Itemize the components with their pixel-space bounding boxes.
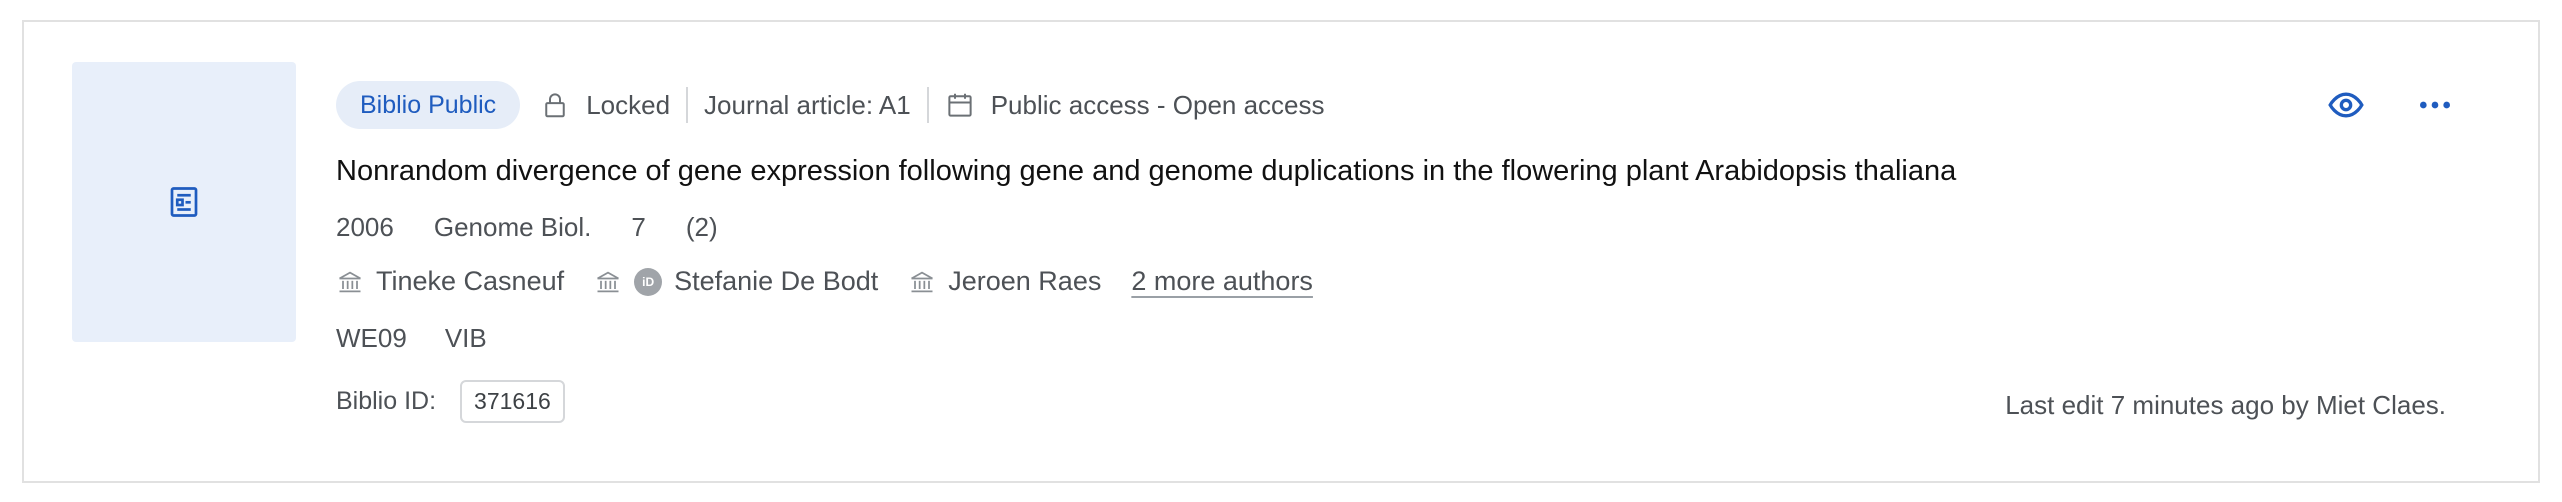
publication-thumbnail [72, 62, 296, 342]
status-badge: Biblio Public [336, 81, 521, 129]
lock-status: Locked [540, 90, 670, 121]
author-item[interactable]: Tineke Casneuf [336, 266, 564, 297]
divider [926, 87, 929, 123]
more-options-button[interactable] [2414, 84, 2456, 126]
biblio-id-label: Biblio ID: [336, 387, 437, 415]
author-name: Tineke Casneuf [376, 266, 565, 296]
building-icon [336, 268, 364, 296]
lock-label: Locked [586, 89, 671, 120]
orcid-icon: iD [634, 267, 663, 296]
publication-year: 2006 [336, 212, 394, 242]
more-options-icon [2415, 85, 2455, 125]
author-list: Tineke Casneuf iD Stefanie De Bodt Jeroe… [336, 266, 1313, 297]
author-item[interactable]: iD Stefanie De Bodt [594, 266, 878, 297]
journal-name: Genome Biol. [433, 212, 592, 242]
publication-title[interactable]: Nonrandom divergence of gene expression … [336, 155, 1956, 188]
publication-type: Journal article: A1 [704, 89, 911, 120]
department-tag: WE09 [336, 323, 407, 353]
calendar-icon [945, 90, 975, 120]
view-button[interactable] [2325, 84, 2367, 126]
access-label: Public access - Open access [990, 89, 1325, 120]
building-icon [908, 268, 936, 296]
author-name: Stefanie De Bodt [674, 266, 879, 296]
volume: 7 [631, 212, 646, 242]
biblio-id-row: Biblio ID: 371616 [336, 380, 565, 423]
biblio-id-value[interactable]: 371616 [460, 380, 565, 423]
department-tag: VIB [444, 323, 487, 353]
building-icon [594, 268, 622, 296]
access-level: Public access - Open access [945, 90, 1325, 121]
more-authors-link[interactable]: 2 more authors [1131, 266, 1313, 297]
departments: WE09 VIB [336, 323, 525, 354]
author-item[interactable]: Jeroen Raes [908, 266, 1101, 297]
publication-details: 2006 Genome Biol. 7 (2) [336, 212, 758, 243]
eye-icon [2326, 85, 2366, 125]
author-name: Jeroen Raes [948, 266, 1102, 296]
divider [686, 87, 689, 123]
lock-icon [540, 90, 570, 120]
card-bottom-border [22, 481, 2540, 483]
last-edit-info: Last edit 7 minutes ago by Miet Claes. [2005, 390, 2446, 420]
status-row: Biblio Public Locked Journal article: A1… [336, 80, 1325, 130]
document-icon [166, 184, 202, 220]
issue: (2) [685, 212, 718, 242]
